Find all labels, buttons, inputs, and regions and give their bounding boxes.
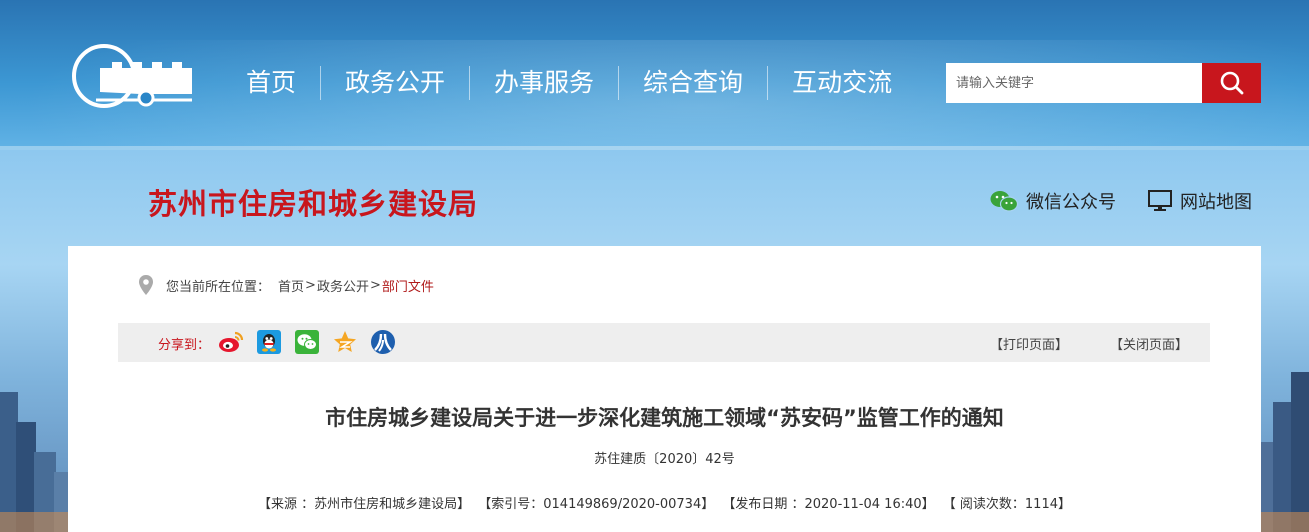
- top-links: 微信公众号 网站地图: [990, 188, 1252, 214]
- breadcrumb-home[interactable]: 首页: [278, 276, 304, 295]
- article-title: 市住房城乡建设局关于进一步深化建筑施工领域“苏安码”监管工作的通知: [325, 406, 1004, 430]
- city-skyline-right: [1259, 372, 1309, 532]
- breadcrumb: 您当前所在位置： 首页 > 政务公开 > 部门文件: [138, 274, 434, 296]
- wechat-account-link[interactable]: 微信公众号: [990, 188, 1116, 214]
- share-label: 分享到：: [158, 338, 211, 353]
- close-page-link[interactable]: 【关闭页面】: [1110, 334, 1188, 353]
- print-page-link[interactable]: 【打印页面】: [990, 334, 1068, 353]
- monitor-icon: [1148, 190, 1172, 211]
- breadcrumb-current[interactable]: 部门文件: [382, 276, 434, 295]
- nav-interaction[interactable]: 互动交流: [768, 65, 916, 101]
- meta-views: 【 阅读次数：1114】: [942, 497, 1071, 512]
- qzone-icon[interactable]: [332, 329, 358, 355]
- content-card: 您当前所在位置： 首页 > 政务公开 > 部门文件 分享到： 【打印页面】 【关…: [68, 246, 1261, 532]
- site-logo-icon[interactable]: [70, 42, 195, 110]
- share-toolbar: 分享到： 【打印页面】 【关闭页面】: [118, 323, 1210, 362]
- meta-index: 【索引号：014149869/2020-00734】: [478, 497, 715, 512]
- document-number: 苏住建质〔2020〕42号: [594, 452, 735, 467]
- location-pin-icon: [139, 275, 153, 295]
- breadcrumb-gov-affairs[interactable]: 政务公开: [317, 276, 369, 295]
- search-box: [946, 63, 1261, 103]
- wechat-icon: [990, 191, 1018, 212]
- search-icon: [1220, 71, 1243, 95]
- breadcrumb-label: 您当前所在位置：: [166, 279, 271, 295]
- nav-services[interactable]: 办事服务: [470, 65, 618, 101]
- breadcrumb-sep: >: [369, 277, 381, 293]
- main-nav: 首页 政务公开 办事服务 综合查询 互动交流: [222, 64, 916, 102]
- nav-home[interactable]: 首页: [222, 65, 320, 101]
- wechat-account-label: 微信公众号: [1026, 192, 1116, 213]
- nav-query[interactable]: 综合查询: [619, 65, 767, 101]
- site-title: 苏州市住房和城乡建设局: [148, 187, 479, 221]
- article-meta: 【来源 ：苏州市住房和城乡建设局】 【索引号：014149869/2020-00…: [68, 493, 1261, 512]
- wechat-icon[interactable]: [294, 329, 320, 355]
- breadcrumb-sep: >: [305, 277, 316, 293]
- meta-published: 【发布日期 ：2020-11-04 16:40】: [722, 497, 935, 512]
- sitemap-label: 网站地图: [1180, 192, 1252, 213]
- sitemap-link[interactable]: 网站地图: [1148, 188, 1252, 214]
- search-button[interactable]: [1202, 63, 1261, 103]
- weibo-icon[interactable]: [218, 329, 244, 355]
- share-icons: [218, 329, 408, 355]
- search-input[interactable]: [946, 63, 1202, 103]
- qq-icon[interactable]: [256, 329, 282, 355]
- nav-gov-affairs[interactable]: 政务公开: [321, 65, 469, 101]
- renren-icon[interactable]: [370, 329, 396, 355]
- meta-source: 【来源 ：苏州市住房和城乡建设局】: [257, 497, 471, 512]
- top-header: 首页 政务公开 办事服务 综合查询 互动交流: [0, 0, 1309, 150]
- city-skyline-left: [0, 392, 70, 532]
